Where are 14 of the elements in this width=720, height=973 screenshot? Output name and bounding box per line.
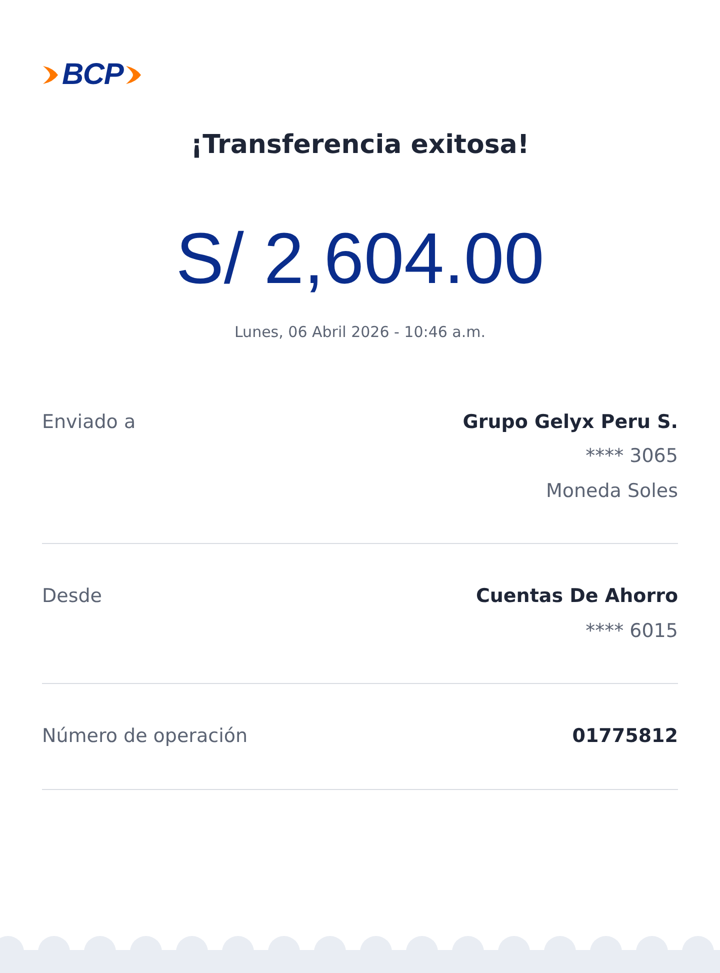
detail-value: **** 6015 xyxy=(586,618,678,644)
detail-value: Grupo Gelyx Peru S. xyxy=(462,410,678,434)
detail-value: **** 3065 xyxy=(586,444,678,469)
detail-label: Número de operación xyxy=(42,724,248,749)
amount: S/ 2,604.00 xyxy=(176,223,544,295)
detail-value: Cuentas De Ahorro xyxy=(476,584,678,609)
detail-value: 01775812 xyxy=(572,724,678,749)
detail-label: Desde xyxy=(42,584,102,609)
date-time: Lunes, 06 Abril 2026 - 10:46 a.m. xyxy=(234,322,486,343)
chevron-icon xyxy=(41,64,61,86)
success-title: ¡Transferencia exitosa! xyxy=(190,129,530,162)
logo-text: BCP xyxy=(62,60,124,90)
detail-value: Moneda Soles xyxy=(546,478,678,504)
detail-label: Enviado a xyxy=(42,410,136,434)
